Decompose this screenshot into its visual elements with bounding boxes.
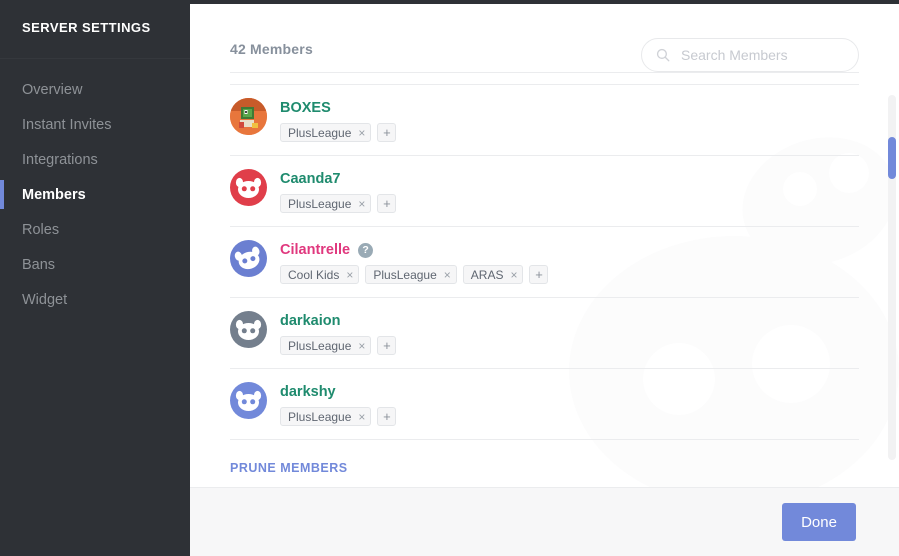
members-content: 42 Members BOXES PlusLeague × + Caanda7 PlusL…: [190, 0, 899, 487]
remove-role-icon[interactable]: ×: [358, 127, 365, 139]
prune-members-link[interactable]: PRUNE MEMBERS: [230, 461, 859, 475]
search-icon: [656, 48, 670, 62]
avatar: [230, 240, 267, 277]
sidebar-item-bans[interactable]: Bans: [0, 247, 190, 282]
sidebar-item-label: Widget: [22, 291, 68, 308]
members-list-header: 42 Members: [230, 0, 859, 72]
clyde-avatar-icon: [234, 246, 260, 270]
member-info: Caanda7 PlusLeague × +: [280, 169, 397, 213]
sidebar-item-roles[interactable]: Roles: [0, 212, 190, 247]
avatar-image-icon: [230, 98, 267, 135]
role-list: Cool Kids × PlusLeague × ARAS × +: [280, 265, 549, 284]
member-name: Caanda7: [280, 171, 341, 188]
done-button[interactable]: Done: [782, 503, 856, 541]
scrollbar-thumb[interactable]: [888, 137, 896, 179]
remove-role-icon[interactable]: ×: [510, 269, 517, 281]
sidebar-item-label: Roles: [22, 221, 60, 238]
member-row: darkshy PlusLeague × +: [230, 369, 859, 440]
sidebar-item-label: Members: [22, 186, 86, 203]
avatar: [230, 311, 267, 348]
member-name: Cilantrelle: [280, 242, 351, 259]
member-name-line: Caanda7: [280, 170, 396, 189]
member-list: BOXES PlusLeague × + Caanda7 PlusLeague × + Cila…: [230, 85, 859, 440]
member-name-line: darkshy: [280, 383, 396, 402]
settings-sidebar: SERVER SETTINGS Overview Instant Invites I…: [0, 0, 190, 556]
role-pill: PlusLeague ×: [365, 265, 457, 284]
remove-role-icon[interactable]: ×: [444, 269, 451, 281]
add-role-button[interactable]: +: [377, 123, 397, 142]
role-pill: Cool Kids ×: [280, 265, 360, 284]
role-pill-label: PlusLeague: [288, 196, 352, 211]
member-name: darkaion: [280, 313, 341, 330]
dialog-footer: Done: [190, 487, 899, 556]
role-list: PlusLeague × +: [280, 336, 397, 355]
role-pill-label: ARAS: [470, 267, 504, 282]
role-pill-label: PlusLeague: [288, 125, 352, 140]
search-members-wrapper: [641, 38, 859, 72]
remove-role-icon[interactable]: ×: [358, 198, 365, 210]
role-pill-label: Cool Kids: [288, 267, 340, 282]
window-top-strip: [0, 0, 899, 4]
sidebar-item-label: Integrations: [22, 151, 98, 168]
sidebar-item-integrations[interactable]: Integrations: [0, 142, 190, 177]
role-pill-label: PlusLeague: [288, 409, 352, 424]
sidebar-item-instant-invites[interactable]: Instant Invites: [0, 107, 190, 142]
sidebar-item-widget[interactable]: Widget: [0, 282, 190, 317]
list-top-divider: [230, 72, 859, 73]
members-panel: 42 Members BOXES PlusLeague × + Caanda7 PlusL…: [190, 0, 899, 556]
clyde-avatar-icon: [235, 177, 262, 198]
search-box[interactable]: [641, 38, 859, 72]
avatar: [230, 98, 267, 135]
add-role-button[interactable]: +: [529, 265, 549, 284]
sidebar-item-label: Instant Invites: [22, 116, 112, 133]
member-name: darkshy: [280, 384, 336, 401]
avatar: [230, 169, 267, 206]
sidebar-nav: Overview Instant Invites Integrations Membe…: [0, 67, 190, 317]
member-name-line: darkaion: [280, 312, 396, 331]
sidebar-item-label: Bans: [22, 256, 56, 273]
sidebar-item-members[interactable]: Members: [0, 177, 190, 212]
clyde-avatar-icon: [235, 390, 262, 411]
member-info: Cilantrelle? Cool Kids × PlusLeague × ARAS × +: [280, 240, 549, 284]
role-pill-label: PlusLeague: [288, 338, 352, 353]
pending-member-badge-icon[interactable]: ?: [358, 243, 374, 258]
role-pill: ARAS ×: [462, 265, 524, 284]
member-row: Cilantrelle? Cool Kids × PlusLeague × ARAS × +: [230, 227, 859, 298]
add-role-button[interactable]: +: [377, 407, 397, 426]
member-info: BOXES PlusLeague × +: [280, 98, 397, 142]
member-row: BOXES PlusLeague × +: [230, 85, 859, 156]
avatar: [230, 382, 267, 419]
search-input[interactable]: [681, 47, 841, 63]
role-list: PlusLeague × +: [280, 194, 397, 213]
role-pill: PlusLeague ×: [280, 123, 372, 142]
member-info: darkaion PlusLeague × +: [280, 311, 397, 355]
role-pill: PlusLeague ×: [280, 407, 372, 426]
member-name-line: Cilantrelle?: [280, 241, 548, 260]
remove-role-icon[interactable]: ×: [358, 340, 365, 352]
role-pill: PlusLeague ×: [280, 194, 372, 213]
sidebar-header: SERVER SETTINGS: [0, 0, 190, 58]
member-count-label: 42 Members: [230, 41, 313, 57]
role-pill: PlusLeague ×: [280, 336, 372, 355]
role-pill-label: PlusLeague: [373, 267, 437, 282]
member-name: BOXES: [280, 100, 331, 117]
member-row: darkaion PlusLeague × +: [230, 298, 859, 369]
remove-role-icon[interactable]: ×: [358, 411, 365, 423]
member-row: Caanda7 PlusLeague × +: [230, 156, 859, 227]
sidebar-divider: [0, 58, 190, 59]
member-info: darkshy PlusLeague × +: [280, 382, 397, 426]
add-role-button[interactable]: +: [377, 336, 397, 355]
sidebar-item-overview[interactable]: Overview: [0, 72, 190, 107]
add-role-button[interactable]: +: [377, 194, 397, 213]
member-name-line: BOXES: [280, 99, 396, 118]
page-title: SERVER SETTINGS: [22, 20, 151, 35]
server-settings-window: SERVER SETTINGS Overview Instant Invites I…: [0, 0, 899, 556]
sidebar-item-label: Overview: [22, 81, 83, 98]
clyde-avatar-icon: [235, 319, 262, 340]
role-list: PlusLeague × +: [280, 407, 397, 426]
remove-role-icon[interactable]: ×: [346, 269, 353, 281]
role-list: PlusLeague × +: [280, 123, 397, 142]
